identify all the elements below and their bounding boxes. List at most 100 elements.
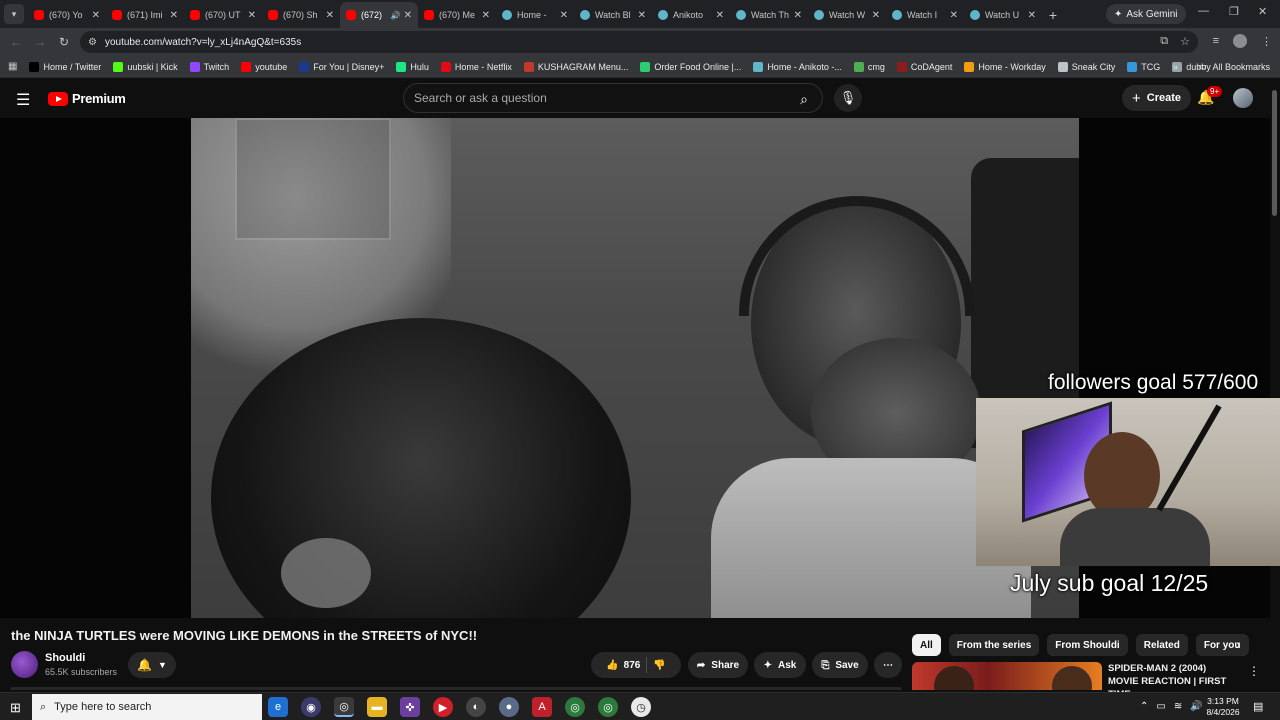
steam-icon[interactable]: ◐ <box>466 697 486 717</box>
media-player-icon[interactable]: ▶ <box>433 697 453 717</box>
address-bar[interactable]: ⚙ youtube.com/watch?v=ly_xLj4nAgQ&t=635s… <box>80 31 1198 53</box>
tab-audio-icon[interactable]: 🔊 <box>391 11 401 20</box>
network-icon[interactable]: ▭ <box>1156 701 1165 712</box>
dislike-button[interactable]: 👎 <box>653 660 665 671</box>
file-explorer-icon[interactable]: ▬ <box>367 697 387 717</box>
reload-icon[interactable]: ↻ <box>52 35 76 49</box>
browser-tab[interactable]: (672) 🔊 ✕ <box>340 2 418 28</box>
media-controls-icon[interactable]: ≡ <box>1213 35 1219 47</box>
close-tab-icon[interactable]: ✕ <box>326 10 334 21</box>
volume-icon[interactable]: 🔊 <box>1190 701 1202 712</box>
share-button[interactable]: ➦ Share <box>688 652 748 678</box>
browser-tab[interactable]: (670) Yo ✕ <box>28 2 106 28</box>
bookmark-item[interactable]: Home - Workday <box>964 61 1046 72</box>
taskbar-clock[interactable]: 3:13 PM 8/4/2026 <box>1205 696 1241 718</box>
channel-name[interactable]: Shouldi <box>45 652 85 664</box>
bookmark-star-icon[interactable]: ☆ <box>1180 35 1190 48</box>
new-tab-icon[interactable]: + <box>1042 7 1064 23</box>
close-tab-icon[interactable]: ✕ <box>404 10 412 21</box>
channel-avatar[interactable] <box>11 651 38 678</box>
filter-chip[interactable]: All <box>912 634 941 656</box>
clock-app-icon[interactable]: ◷ <box>631 697 651 717</box>
like-button[interactable]: 👍 876 <box>606 660 640 671</box>
cast-icon[interactable]: ⧉ <box>1160 35 1168 48</box>
recommendation-menu-icon[interactable]: ⋮ <box>1248 664 1260 678</box>
close-tab-icon[interactable]: ✕ <box>716 10 724 21</box>
bookmark-item[interactable]: KUSHAGRAM Menu... <box>523 61 628 72</box>
microphone-icon[interactable]: 🎙 <box>834 84 862 112</box>
tray-chevron-icon[interactable]: ⌃ <box>1140 701 1148 712</box>
tab-search-icon[interactable]: ▾ <box>4 4 24 24</box>
taskbar-search[interactable]: ⌕ Type here to search <box>32 694 262 720</box>
browser-tab[interactable]: Watch U ✕ <box>964 2 1042 28</box>
notification-center-icon[interactable]: ▤ <box>1253 700 1263 713</box>
apps-grid-icon[interactable]: ▦ <box>8 61 17 72</box>
ask-button[interactable]: ✦ Ask <box>754 652 806 678</box>
bookmark-item[interactable]: Sneak City <box>1057 61 1115 72</box>
chevron-right-icon[interactable]: › <box>1236 636 1241 652</box>
close-tab-icon[interactable]: ✕ <box>248 10 256 21</box>
browser-tab[interactable]: (670) Sh ✕ <box>262 2 340 28</box>
game-controller-icon[interactable]: ✜ <box>400 697 420 717</box>
search-icon[interactable]: ⌕ <box>792 87 816 111</box>
edge-icon[interactable]: e <box>268 697 288 717</box>
close-tab-icon[interactable]: ✕ <box>92 10 100 21</box>
close-window-icon[interactable]: ✕ <box>1258 5 1267 18</box>
close-tab-icon[interactable]: ✕ <box>872 10 880 21</box>
browser-tab[interactable]: (671) Imi ✕ <box>106 2 184 28</box>
account-avatar[interactable] <box>1233 88 1253 108</box>
ask-gemini-button[interactable]: ✦ Ask Gemini <box>1106 4 1186 24</box>
adobe-icon[interactable]: A <box>532 697 552 717</box>
all-bookmarks-link[interactable]: All Bookmarks <box>1212 62 1270 72</box>
browser-tab[interactable]: (670) UT ✕ <box>184 2 262 28</box>
filter-chip[interactable]: From the series <box>948 634 1040 656</box>
search-box[interactable]: Search or ask a question ⌕ <box>403 83 823 113</box>
close-tab-icon[interactable]: ✕ <box>794 10 802 21</box>
profile-avatar[interactable] <box>1233 34 1247 48</box>
bookmark-item[interactable]: CoDAgent <box>896 61 952 72</box>
chrome-profile-icon[interactable]: ◉ <box>301 697 321 717</box>
recommendation-thumbnail[interactable] <box>912 662 1102 690</box>
close-tab-icon[interactable]: ✕ <box>560 10 568 21</box>
bookmark-item[interactable]: Twitch <box>189 61 229 72</box>
youtube-logo[interactable]: Premium <box>48 91 126 106</box>
bookmark-item[interactable]: Home / Twitter <box>29 61 101 72</box>
more-actions-button[interactable]: ⋯ <box>874 652 902 678</box>
browser-tab[interactable]: Home - ✕ <box>496 2 574 28</box>
bookmark-item[interactable]: Order Food Online |... <box>640 61 741 72</box>
subscribed-notifications-button[interactable]: 🔔 ▼ <box>128 652 176 678</box>
bookmark-item[interactable]: Home - Anikoto -... <box>753 61 842 72</box>
browser-tab[interactable]: Watch Th ✕ <box>730 2 808 28</box>
browser-tab[interactable]: Anikoto ✕ <box>652 2 730 28</box>
browser-tab[interactable]: (670) Me ✕ <box>418 2 496 28</box>
close-tab-icon[interactable]: ✕ <box>482 10 490 21</box>
bookmark-item[interactable]: youtube <box>241 61 287 72</box>
bookmark-item[interactable]: cmg <box>853 61 885 72</box>
chrome-alt-icon[interactable]: ◎ <box>565 697 585 717</box>
browser-tab[interactable]: Watch I ✕ <box>886 2 964 28</box>
bookmark-item[interactable]: Hulu <box>396 61 429 72</box>
app-circle-icon[interactable]: ● <box>499 697 519 717</box>
chrome-menu-icon[interactable]: ⋮ <box>1261 35 1272 48</box>
back-icon[interactable]: ← <box>4 35 28 49</box>
close-tab-icon[interactable]: ✕ <box>638 10 646 21</box>
bookmark-item[interactable]: uubski | Kick <box>113 61 178 72</box>
filter-chip[interactable]: From Shouldi <box>1047 634 1128 656</box>
guide-menu-icon[interactable]: ☰ <box>16 90 30 110</box>
browser-tab[interactable]: Watch Bl ✕ <box>574 2 652 28</box>
forward-icon[interactable]: → <box>28 35 52 49</box>
search-input[interactable]: Search or ask a question <box>414 91 547 105</box>
more-bookmarks-icon[interactable]: » <box>1173 62 1178 72</box>
close-tab-icon[interactable]: ✕ <box>170 10 178 21</box>
minimize-icon[interactable]: — <box>1198 5 1209 17</box>
windows-start-icon[interactable]: ⊞ <box>10 700 21 716</box>
close-tab-icon[interactable]: ✕ <box>950 10 958 21</box>
browser-tab[interactable]: Watch W ✕ <box>808 2 886 28</box>
restore-icon[interactable]: ❐ <box>1229 5 1239 18</box>
chrome-alt2-icon[interactable]: ◎ <box>598 697 618 717</box>
wifi-icon[interactable]: ≋ <box>1174 701 1182 712</box>
close-tab-icon[interactable]: ✕ <box>1028 10 1036 21</box>
filter-chip[interactable]: Related <box>1135 634 1188 656</box>
bookmark-item[interactable]: For You | Disney+ <box>299 61 384 72</box>
taskbar-search-input[interactable]: Type here to search <box>54 701 151 713</box>
